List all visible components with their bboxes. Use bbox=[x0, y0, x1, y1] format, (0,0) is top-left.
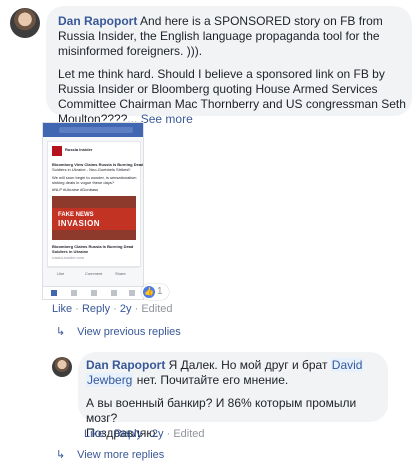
view-more-replies[interactable]: ↳ View more replies bbox=[56, 448, 164, 461]
comment-author[interactable]: Dan Rapoport bbox=[58, 14, 137, 28]
comment-text-block: Dan Rapoport And here is a SPONSORED sto… bbox=[58, 14, 408, 59]
divider bbox=[47, 267, 139, 268]
reaction-count: 1 bbox=[157, 286, 163, 297]
reply-text: Я Далек. Но мой друг и брат bbox=[165, 358, 331, 372]
requests-tab-icon bbox=[71, 290, 77, 296]
reply-text: нет. Почитайте его мнение. bbox=[133, 373, 289, 387]
mention-link[interactable]: Jewberg bbox=[86, 373, 134, 387]
image-caption: FAKE NEWS bbox=[58, 212, 94, 218]
image-caption: INVASION bbox=[58, 219, 101, 228]
phone-search-bar bbox=[59, 127, 133, 133]
notifications-tab-icon bbox=[111, 290, 117, 296]
comment-bubble: Dan Rapoport And here is a SPONSORED sto… bbox=[46, 6, 412, 126]
reply-actions: Like · Reply · 2y · Edited bbox=[84, 428, 205, 440]
separator: · bbox=[107, 428, 111, 440]
post-comment-action: Comment bbox=[85, 271, 103, 276]
menu-tab-icon bbox=[129, 290, 135, 296]
separator: · bbox=[166, 428, 171, 440]
reply-avatar[interactable] bbox=[52, 357, 72, 377]
avatar[interactable] bbox=[10, 8, 40, 38]
post-share-action: Share bbox=[115, 271, 126, 276]
home-tab-icon bbox=[51, 290, 57, 296]
post-page-name: Russia Insider bbox=[65, 147, 93, 152]
sponsored-post-card: Russia Insider Bloomberg View Claims Rus… bbox=[47, 141, 143, 267]
reply-bubble: Dan Rapoport Я Далек. Но мой друг и брат… bbox=[78, 352, 388, 440]
russia-insider-logo bbox=[52, 146, 62, 156]
like-link[interactable]: Like bbox=[52, 303, 72, 315]
reply-arrow-icon: ↳ bbox=[56, 326, 66, 338]
post-like-action: Like bbox=[57, 271, 65, 276]
reply-timestamp[interactable]: 2y bbox=[152, 428, 164, 440]
reaction-summary[interactable]: 👍 1 bbox=[141, 284, 169, 300]
timestamp[interactable]: 2y bbox=[120, 303, 132, 315]
comment-text: Russia Insider, the English language pro… bbox=[58, 29, 380, 43]
reply-reply-link[interactable]: Reply bbox=[114, 428, 142, 440]
reply-text-block: Dan Rapoport Я Далек. Но мой друг и брат… bbox=[86, 358, 386, 388]
link-domain: russia-insider.com bbox=[52, 255, 85, 260]
post-headline: Soldiers in Ukraine - Neo-Goebbels Strik… bbox=[52, 167, 131, 172]
link-title: Soldiers in Ukraine bbox=[52, 249, 89, 254]
reply-text: А вы военный банкир? И 86% которым промы… bbox=[86, 396, 357, 425]
post-body: sinking deals in vogue these days? bbox=[52, 180, 115, 185]
post-tags: #NLP #Ukraine #Donbass bbox=[52, 187, 99, 192]
separator: · bbox=[145, 428, 149, 440]
comment-text: Russia Insider or Bloomberg quoting Hous… bbox=[58, 82, 378, 96]
comment-text: misinformed foreigners. ))). bbox=[58, 44, 203, 58]
see-more-link[interactable]: See more bbox=[141, 112, 193, 126]
comment-text: And here is a SPONSORED story on FB from bbox=[137, 14, 383, 28]
attachment-image[interactable]: Russia Insider Bloomberg View Claims Rus… bbox=[42, 122, 144, 300]
view-more-label: View more replies bbox=[77, 449, 165, 461]
reply-like-link[interactable]: Like bbox=[84, 428, 104, 440]
phone-tab-bar bbox=[43, 286, 143, 299]
view-previous-replies[interactable]: ↳ View previous replies bbox=[56, 325, 181, 338]
reply-edited-label[interactable]: Edited bbox=[173, 428, 204, 440]
separator: · bbox=[75, 303, 79, 315]
fake-news-image: FAKE NEWS INVASION bbox=[52, 196, 136, 240]
separator: · bbox=[134, 303, 139, 315]
reply-arrow-icon: ↳ bbox=[56, 449, 66, 461]
comment-text: Committee Chairman Mac Thornberry and US… bbox=[58, 97, 406, 111]
messages-tab-icon bbox=[91, 290, 97, 296]
mention-link[interactable]: David bbox=[330, 358, 364, 372]
reply-link[interactable]: Reply bbox=[82, 303, 110, 315]
comment-text: Let me think hard. Should I believe a sp… bbox=[58, 67, 385, 81]
view-previous-label: View previous replies bbox=[77, 326, 181, 338]
comment-actions: Like · Reply · 2y · Edited bbox=[52, 303, 173, 315]
separator: · bbox=[113, 303, 117, 315]
edited-label[interactable]: Edited bbox=[141, 303, 172, 315]
like-reaction-icon: 👍 bbox=[143, 286, 155, 298]
comment-text-block-2: Let me think hard. Should I believe a sp… bbox=[58, 67, 408, 127]
reply-author[interactable]: Dan Rapoport bbox=[86, 358, 165, 372]
